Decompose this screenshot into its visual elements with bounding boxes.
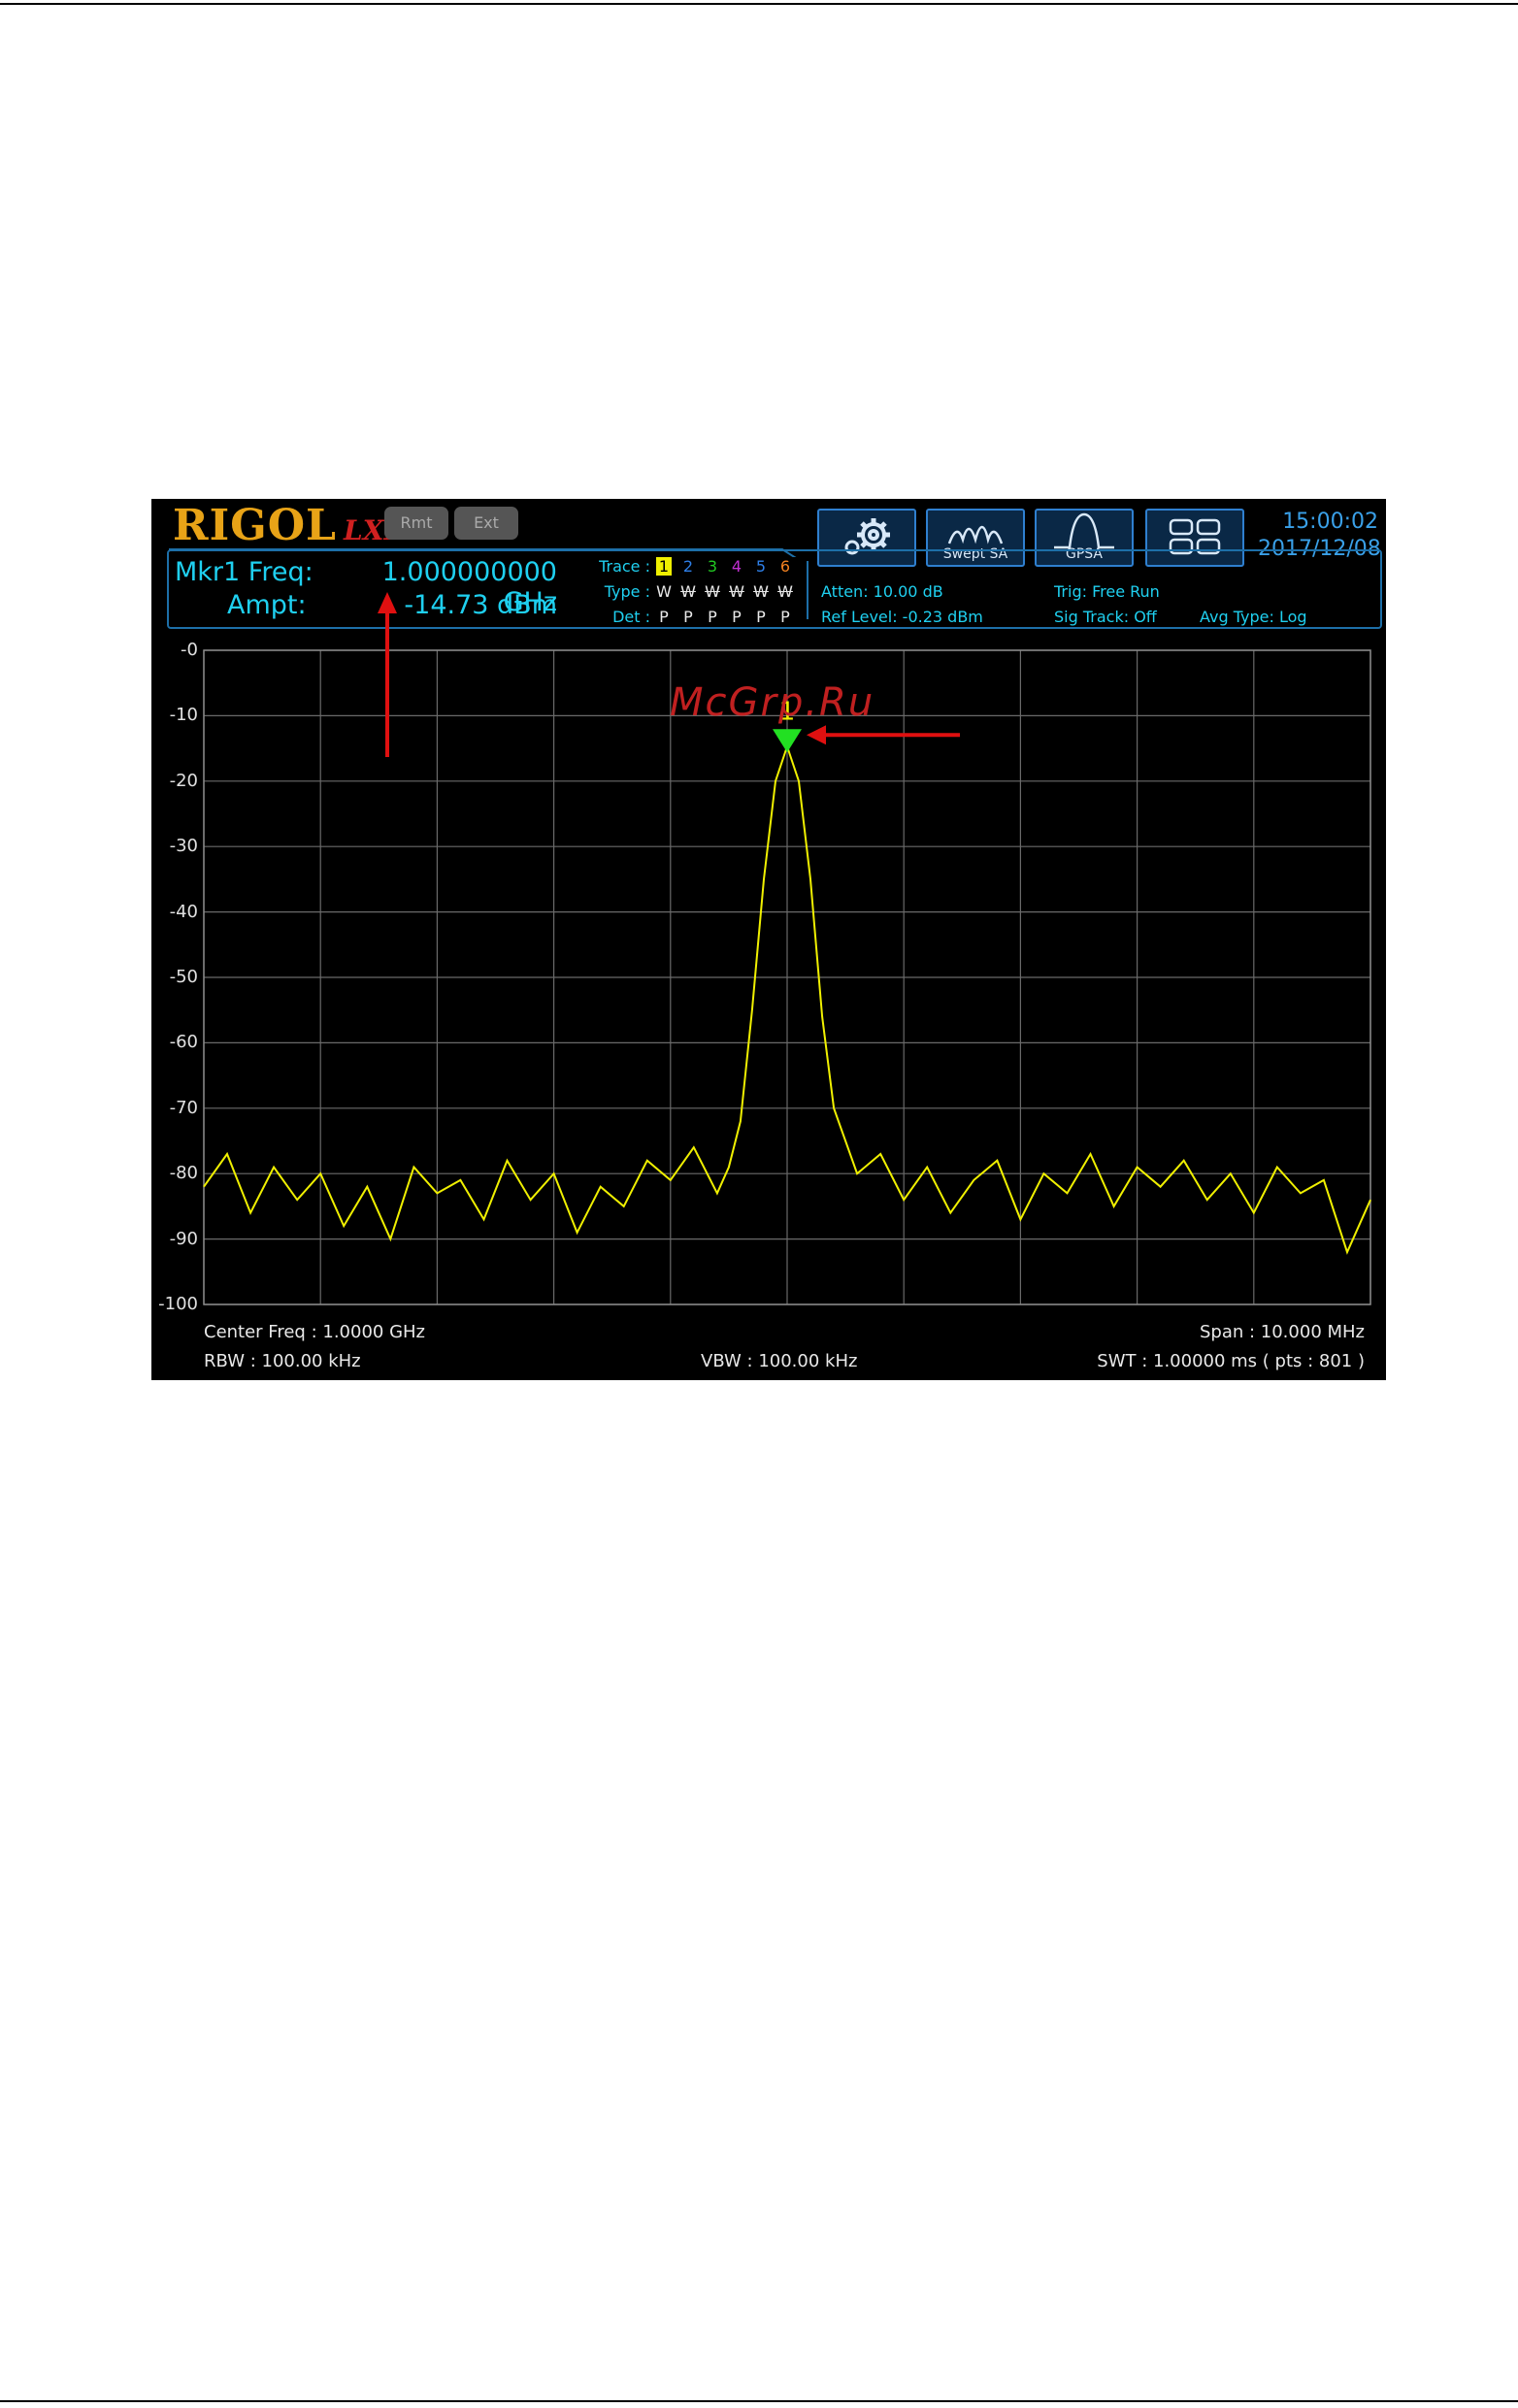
vbw: VBW : 100.00 kHz <box>701 1351 858 1371</box>
center-freq: Center Freq : 1.0000 GHz <box>204 1322 425 1342</box>
y-tick-label: -60 <box>169 1032 198 1053</box>
y-tick-label: -80 <box>169 1163 198 1184</box>
y-tick-label: -90 <box>169 1228 198 1249</box>
y-tick-label: -10 <box>169 705 198 726</box>
y-tick-label: -40 <box>169 901 198 922</box>
y-tick-label: -100 <box>158 1294 198 1314</box>
annotation-arrowhead-readout <box>378 592 397 613</box>
bottom-page-rule <box>0 2400 1518 2402</box>
watermark: McGrp.Ru <box>670 680 875 725</box>
annotation-arrowhead-marker <box>807 725 826 745</box>
y-tick-label: -30 <box>169 836 198 857</box>
y-tick-label: -70 <box>169 1097 198 1118</box>
y-tick-label: -20 <box>169 770 198 791</box>
rbw: RBW : 100.00 kHz <box>204 1351 361 1371</box>
marker-1-triangle <box>773 729 802 753</box>
y-tick-label: -0 <box>181 640 198 660</box>
analyzer-screen: RIGOL LXI Rmt Ext Swept SA GPSA 15:00:02… <box>151 499 1386 1380</box>
swt: SWT : 1.00000 ms ( pts : 801 ) <box>1097 1351 1365 1371</box>
top-page-rule <box>0 3 1518 5</box>
spectrum-plot: 1 <box>203 592 1371 1305</box>
y-tick-label: -50 <box>169 967 198 987</box>
span: Span : 10.000 MHz <box>1199 1322 1365 1342</box>
